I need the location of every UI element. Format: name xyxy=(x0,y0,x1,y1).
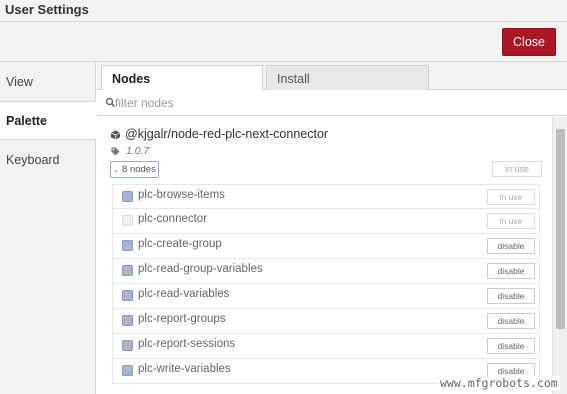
node-name: plc-report-sessions xyxy=(138,338,236,350)
node-action-button[interactable]: disable xyxy=(487,288,535,304)
package-name: @kjgalr/node-red-plc-next-connector xyxy=(125,127,329,141)
node-action-button[interactable]: disable xyxy=(487,338,535,354)
node-name: plc-browse-items xyxy=(138,189,225,201)
sidebar-item-view[interactable]: View xyxy=(0,62,96,101)
node-row: plc-browse-items in use xyxy=(112,184,540,209)
node-action-button[interactable]: disable xyxy=(487,313,535,329)
tab-label: Install xyxy=(277,71,310,86)
dialog-header: User Settings xyxy=(0,0,567,22)
node-color-swatch xyxy=(122,365,133,376)
palette-panel: Nodes Install @kjgalr/node-red-plc-next-… xyxy=(97,62,567,394)
sidebar-item-keyboard[interactable]: Keyboard xyxy=(0,140,96,179)
node-name: plc-read-group-variables xyxy=(138,263,263,275)
node-row: plc-connector in use xyxy=(112,209,540,234)
chevron-down-icon: ⌄ xyxy=(113,166,120,174)
node-color-swatch xyxy=(122,315,133,326)
node-name: plc-connector xyxy=(138,213,208,225)
package-status-button[interactable]: in use xyxy=(492,161,542,177)
tab-label: Nodes xyxy=(112,71,151,86)
node-color-swatch xyxy=(122,240,133,251)
node-row: plc-report-groups disable xyxy=(112,309,540,334)
nodes-count: 8 nodes xyxy=(122,164,156,175)
node-action-button[interactable]: in use xyxy=(487,213,535,229)
node-color-swatch xyxy=(122,265,133,276)
sidebar-item-label: View xyxy=(6,74,33,89)
settings-sidebar: View Palette Keyboard xyxy=(0,62,97,394)
node-action-button[interactable]: disable xyxy=(487,263,535,279)
node-table: plc-browse-items in use plc-connector in… xyxy=(112,184,540,384)
package-version: 1.0.7 xyxy=(126,145,150,157)
tab-install[interactable]: Install xyxy=(266,65,429,91)
node-row: plc-read-variables disable xyxy=(112,284,540,309)
node-name: plc-write-variables xyxy=(138,363,231,375)
node-name: plc-read-variables xyxy=(138,288,230,300)
node-color-swatch xyxy=(122,340,133,351)
node-row: plc-report-sessions disable xyxy=(112,334,540,359)
node-row: plc-create-group disable xyxy=(112,234,540,259)
sidebar-item-label: Palette xyxy=(6,113,47,128)
tag-icon xyxy=(111,147,120,156)
cube-icon xyxy=(110,130,121,140)
node-row: plc-read-group-variables disable xyxy=(112,259,540,284)
list-scrollbar[interactable] xyxy=(552,117,567,394)
node-package-list: @kjgalr/node-red-plc-next-connector 1.0.… xyxy=(97,117,552,394)
node-color-swatch xyxy=(122,290,133,301)
node-color-swatch xyxy=(122,215,133,226)
nodes-toggle-button[interactable]: ⌄ 8 nodes xyxy=(110,161,159,178)
filter-bar xyxy=(97,90,567,116)
tab-nodes[interactable]: Nodes xyxy=(101,65,263,91)
node-action-button[interactable]: disable xyxy=(487,238,535,254)
node-name: plc-report-groups xyxy=(138,313,226,325)
scrollbar-thumb[interactable] xyxy=(556,129,565,329)
node-action-button[interactable]: in use xyxy=(487,189,535,205)
node-color-swatch xyxy=(122,191,133,202)
dialog-title: User Settings xyxy=(5,2,89,17)
dialog-button-bar: Close xyxy=(0,22,567,62)
close-button[interactable]: Close xyxy=(502,28,556,56)
filter-nodes-input[interactable] xyxy=(115,93,555,113)
sidebar-item-label: Keyboard xyxy=(6,152,60,167)
watermark-text: www.mfgrobots.com xyxy=(438,376,560,390)
node-name: plc-create-group xyxy=(138,238,222,250)
palette-tabs: Nodes Install xyxy=(97,62,567,91)
sidebar-item-palette[interactable]: Palette xyxy=(0,101,97,140)
